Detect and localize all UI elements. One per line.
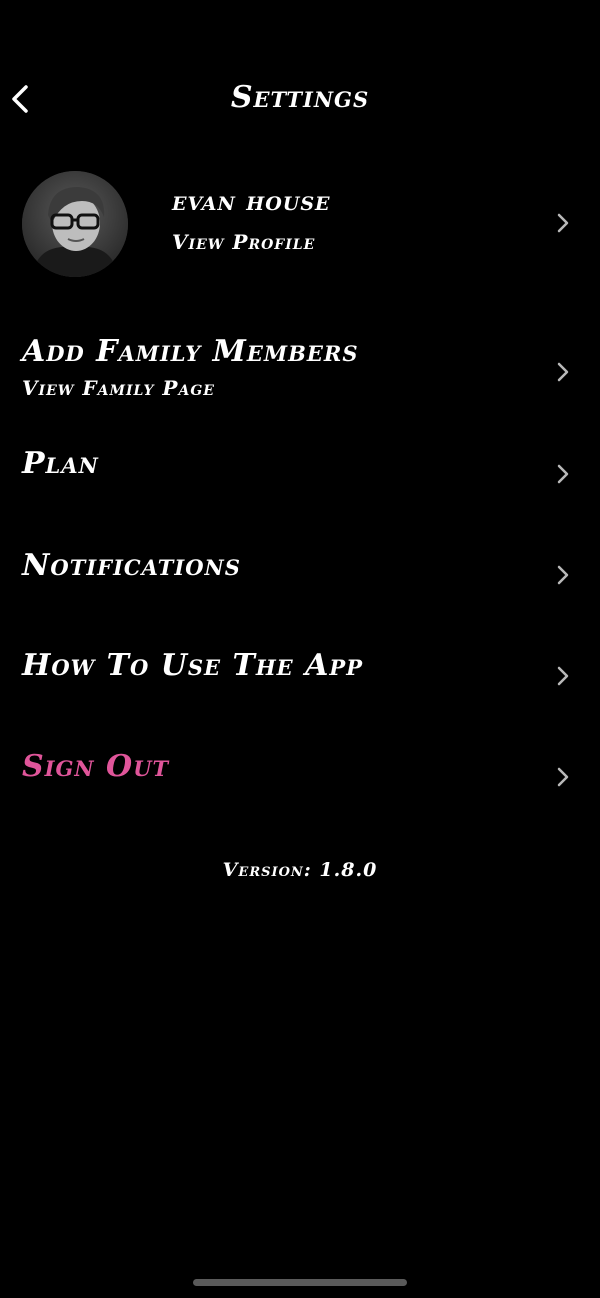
- sign-out-label: Sign Out: [22, 749, 170, 784]
- avatar: [22, 171, 128, 277]
- chevron-right-icon: [557, 767, 569, 787]
- view-family-page-label: View Family Page: [22, 376, 215, 400]
- view-profile-label: View Profile: [172, 230, 316, 254]
- chevron-right-icon: [557, 565, 569, 585]
- plan-label: Plan: [22, 446, 99, 481]
- header-bar: Settings: [0, 70, 600, 126]
- view-profile-row[interactable]: evan house View Profile: [0, 166, 600, 282]
- how-to-use-label: How To Use The App: [22, 648, 363, 683]
- menu-item-plan[interactable]: Plan: [0, 446, 600, 506]
- menu-item-how-to-use[interactable]: How To Use The App: [0, 648, 600, 708]
- menu-item-notifications[interactable]: Notifications: [0, 548, 600, 608]
- chevron-right-icon: [557, 464, 569, 484]
- chevron-right-icon: [557, 666, 569, 686]
- profile-name: evan house: [172, 186, 331, 217]
- sign-out-button[interactable]: Sign Out: [0, 749, 600, 809]
- add-family-members-label: Add Family Members: [22, 334, 359, 369]
- app-version: Version: 1.8.0: [222, 859, 378, 881]
- notifications-label: Notifications: [22, 548, 241, 583]
- menu-item-add-family-members[interactable]: Add Family Members View Family Page: [0, 334, 600, 410]
- page-title: Settings: [230, 80, 370, 115]
- home-indicator[interactable]: [193, 1279, 407, 1286]
- chevron-right-icon: [557, 213, 569, 233]
- chevron-right-icon: [557, 362, 569, 382]
